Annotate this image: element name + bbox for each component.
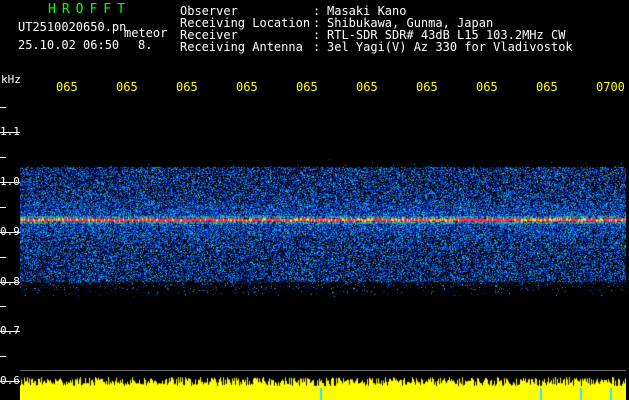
unit-label: kHz bbox=[1, 73, 21, 86]
y-tick-minor bbox=[0, 306, 6, 307]
time-label: 065 bbox=[116, 80, 138, 94]
y-tick-minor bbox=[0, 107, 6, 108]
file-name: UT2510020650.pn bbox=[18, 20, 127, 34]
hrofft-screen: HROFFT UT2510020650.pn meteor 25.10.02 0… bbox=[0, 0, 629, 400]
y-tick bbox=[0, 331, 20, 332]
time-label: 065 bbox=[416, 80, 438, 94]
time-label: 065 bbox=[236, 80, 258, 94]
y-tick-minor bbox=[0, 257, 6, 258]
time-label: 065 bbox=[476, 80, 498, 94]
level-baseline bbox=[20, 370, 626, 371]
y-tick-minor bbox=[0, 356, 6, 357]
antenna-value: 3el Yagi(V) Az 330 for Vladivostok bbox=[327, 40, 573, 54]
y-tick-minor bbox=[0, 207, 6, 208]
y-tick bbox=[0, 182, 20, 183]
meteor-count: 8. bbox=[138, 38, 153, 52]
app-brand: HROFFT bbox=[48, 2, 131, 17]
antenna-key: Receiving Antenna bbox=[180, 40, 303, 54]
y-tick bbox=[0, 381, 20, 382]
y-tick bbox=[0, 232, 20, 233]
timestamp: 25.10.02 06:50 bbox=[18, 38, 120, 52]
spectrogram-canvas bbox=[20, 100, 626, 400]
time-label: 065 bbox=[56, 80, 78, 94]
y-tick bbox=[0, 282, 20, 283]
y-tick-minor bbox=[0, 157, 6, 158]
time-label: 065 bbox=[176, 80, 198, 94]
y-tick bbox=[0, 132, 20, 133]
field-separator: : bbox=[313, 40, 321, 54]
time-label: 0700 bbox=[596, 80, 625, 94]
time-label: 065 bbox=[356, 80, 378, 94]
time-label: 065 bbox=[536, 80, 558, 94]
time-label: 065 bbox=[296, 80, 318, 94]
